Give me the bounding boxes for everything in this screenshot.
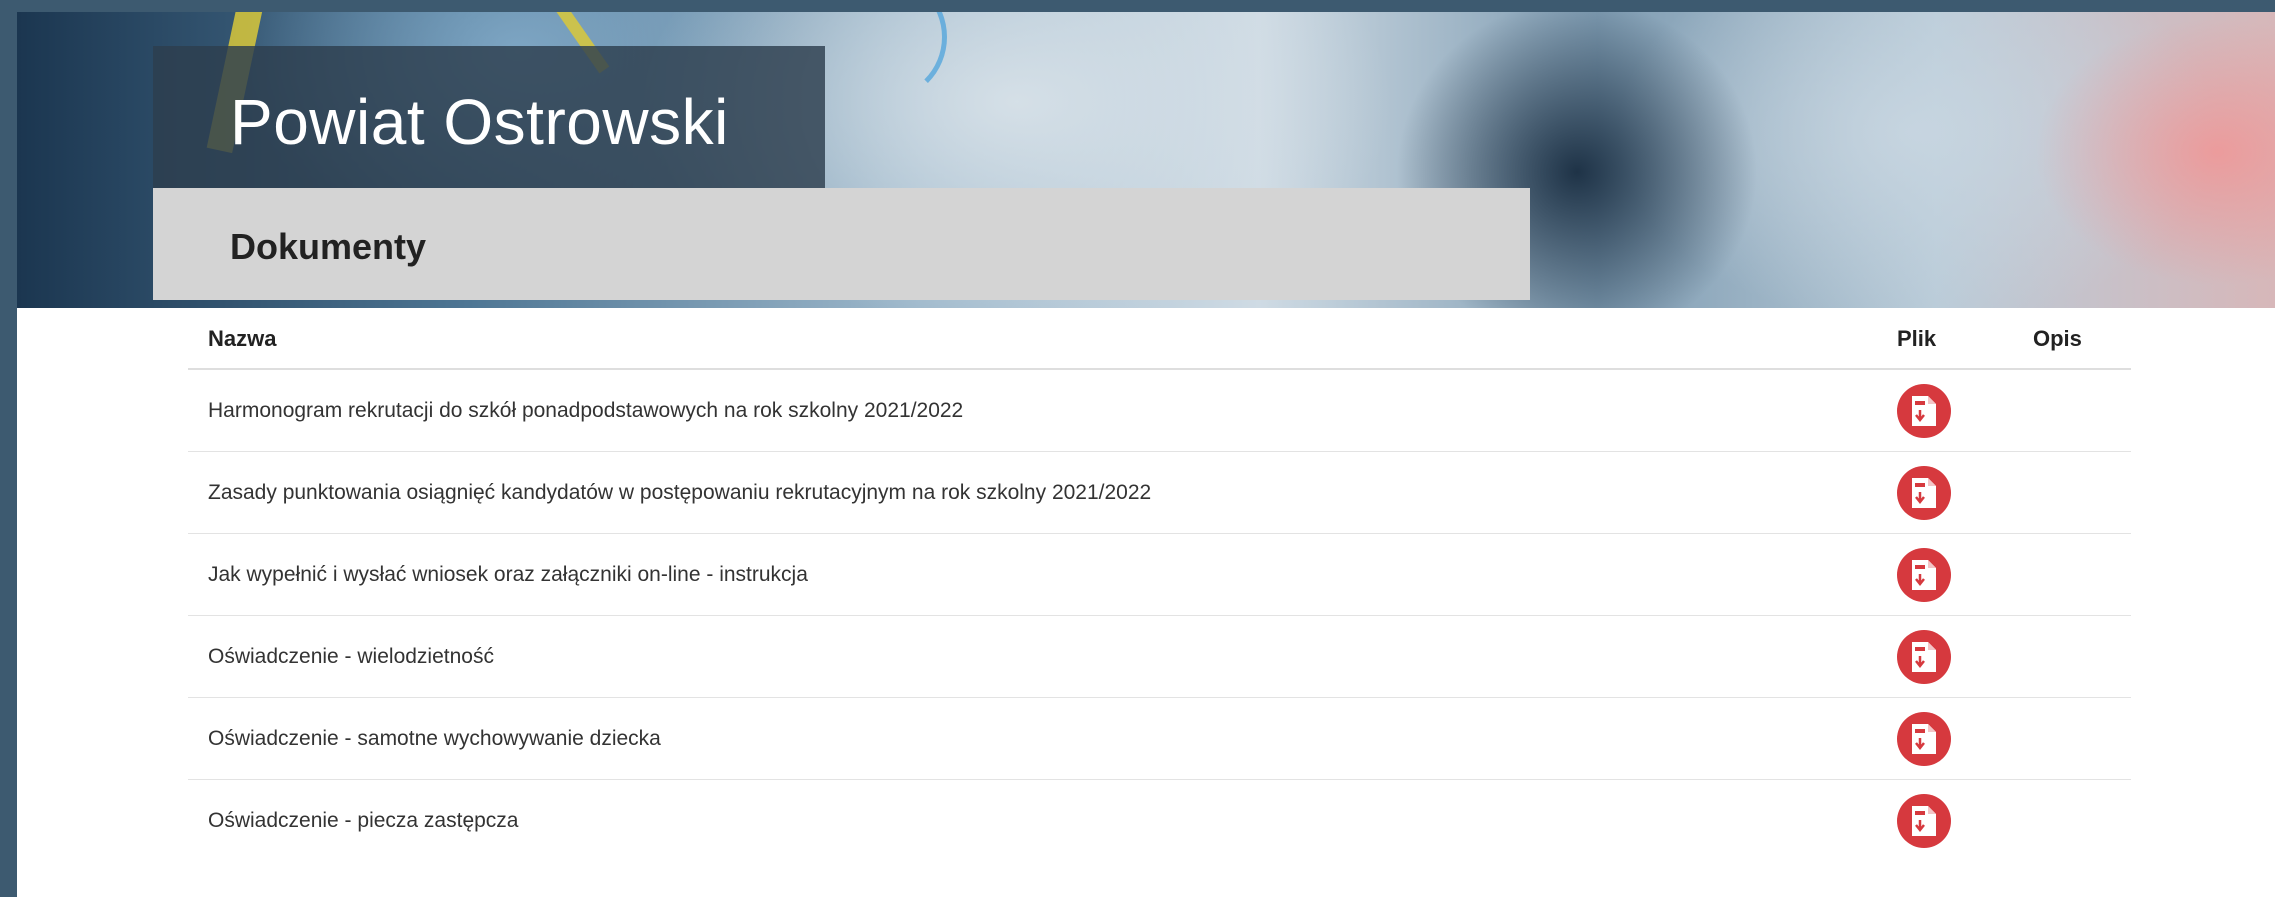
document-description: [2013, 615, 2131, 698]
document-description: [2013, 369, 2131, 452]
table-row: Oświadczenie - samotne wychowywanie dzie…: [188, 697, 2131, 780]
document-description: [2013, 533, 2131, 616]
table-row: Oświadczenie - wielodzietność: [188, 615, 2131, 698]
file-cell: [1897, 615, 2013, 698]
pdf-download-icon[interactable]: [1897, 711, 1951, 766]
section-title: Dokumenty: [230, 226, 427, 267]
file-cell: [1897, 369, 2013, 452]
document-name: Zasady punktowania osiągnięć kandydatów …: [188, 451, 1897, 534]
pdf-download-icon[interactable]: [1897, 383, 1951, 438]
table-header-row: Nazwa Plik Opis: [188, 310, 2131, 370]
document-name: Jak wypełnić i wysłać wniosek oraz załąc…: [188, 533, 1897, 616]
document-name: Oświadczenie - wielodzietność: [188, 615, 1897, 698]
pdf-download-icon[interactable]: [1897, 547, 1951, 602]
document-description: [2013, 451, 2131, 534]
column-header-name: Nazwa: [188, 310, 1897, 370]
site-title[interactable]: Powiat Ostrowski: [230, 85, 729, 159]
file-cell: [1897, 451, 2013, 534]
document-name: Oświadczenie - piecza zastępcza: [208, 808, 519, 832]
table-row: Zasady punktowania osiągnięć kandydatów …: [188, 451, 2131, 534]
table-body: Harmonogram rekrutacji do szkół ponadpod…: [188, 369, 2131, 861]
pdf-download-icon[interactable]: [1897, 465, 1951, 520]
banner-decoration: [817, 12, 947, 102]
file-cell: [1897, 533, 2013, 616]
document-description: [2013, 780, 2131, 862]
file-cell: [1897, 780, 2013, 862]
document-description: [2013, 697, 2131, 780]
column-header-file: Plik: [1897, 310, 2013, 370]
document-name: Harmonogram rekrutacji do szkół ponadpod…: [188, 369, 1897, 452]
document-name: Oświadczenie - samotne wychowywanie dzie…: [188, 697, 1897, 780]
table-row: Jak wypełnić i wysłać wniosek oraz załąc…: [188, 533, 2131, 616]
pdf-download-icon[interactable]: [1897, 629, 1951, 684]
file-cell: [1897, 697, 2013, 780]
table-row: Oświadczenie - piecza zastępcza: [188, 780, 2131, 862]
column-header-description: Opis: [2013, 310, 2131, 370]
pdf-download-icon[interactable]: [1897, 793, 1951, 848]
documents-table: Nazwa Plik Opis Harmonogram rekrutacji d…: [188, 310, 2131, 861]
table-row: Harmonogram rekrutacji do szkół ponadpod…: [188, 369, 2131, 452]
